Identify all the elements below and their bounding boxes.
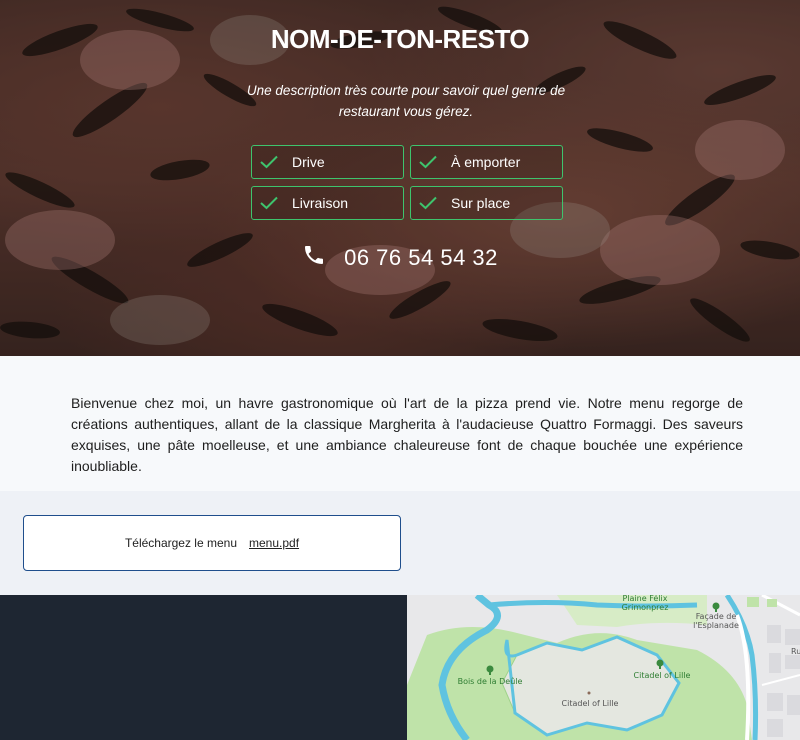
service-drive: Drive [251,145,404,179]
phone-icon [302,243,326,272]
map-label-facade: Façade de l'Esplanade [693,612,739,630]
download-section: Téléchargez le menu menu.pdf [0,491,800,595]
intro-text: Bienvenue chez moi, un havre gastronomiq… [71,395,743,474]
map-label-citadel: Citadel of Lille [561,699,619,708]
restaurant-title: NOM-DE-TON-RESTO [270,24,530,54]
service-delivery: Livraison [251,186,404,220]
map-label-plaine: Plaine Félix Grimonprez [621,595,669,612]
intro-section: Bienvenue chez moi, un havre gastronomiq… [0,356,800,491]
hero-banner: NOM-DE-TON-RESTO Une description très co… [0,0,800,356]
download-label: Téléchargez le menu [124,536,237,550]
map-label-bois: Bois de la Deûle [457,677,523,686]
map-label-edge: Ru [791,647,800,656]
check-icon [411,155,445,169]
check-icon [252,155,286,169]
phone-number[interactable]: 06 76 54 54 32 [344,245,498,271]
service-label: Sur place [451,195,511,211]
service-takeaway: À emporter [410,145,563,179]
service-options: Drive À emporter Livraison Sur place [251,145,563,220]
service-label: Livraison [292,195,349,211]
dark-panel [0,595,407,740]
restaurant-description: Une description très courte pour savoir … [246,83,566,119]
service-dine-in: Sur place [410,186,563,220]
hero-content: NOM-DE-TON-RESTO Une description très co… [0,0,800,356]
download-menu-box: Téléchargez le menu menu.pdf [23,515,401,571]
map-embed[interactable]: Plaine Félix Grimonprez Façade de l'Espl… [407,595,800,740]
check-icon [252,196,286,210]
menu-pdf-link[interactable]: menu.pdf [249,536,299,550]
service-label: À emporter [451,154,521,170]
check-icon [411,196,445,210]
service-label: Drive [292,154,325,170]
map-label-citadel-green: Citadel of Lille [633,671,691,680]
phone-contact[interactable]: 06 76 54 54 32 [0,243,800,272]
map-tiles [407,595,800,740]
